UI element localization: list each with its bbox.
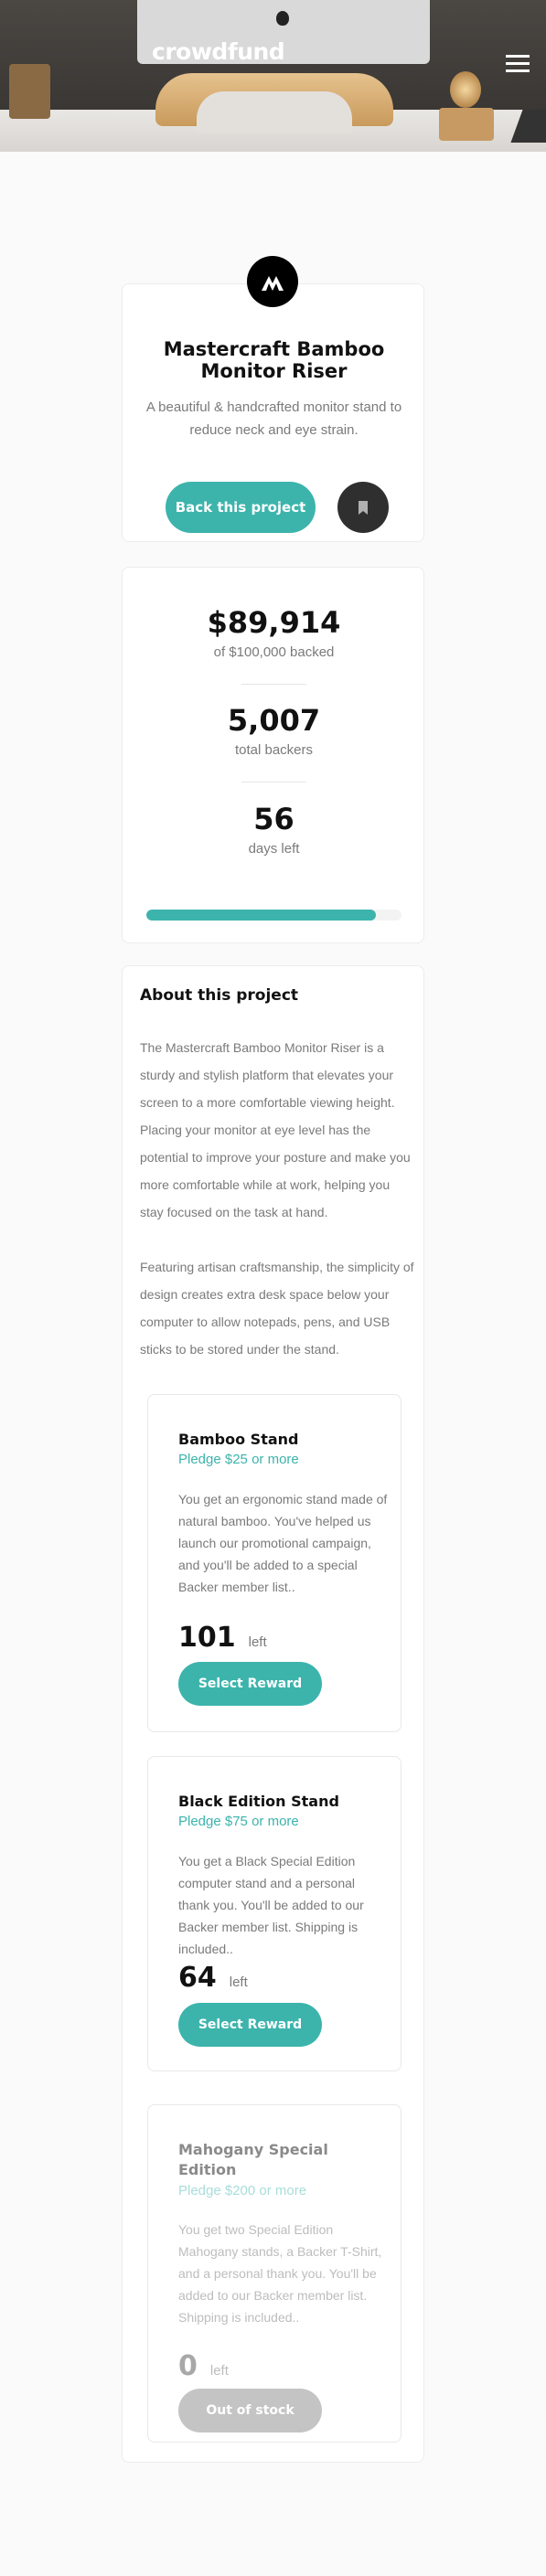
reward-card-mahogany: Mahogany Special Edition Pledge $200 or …: [147, 2104, 401, 2443]
reward-description: You get two Special Edition Mahogany sta…: [178, 2222, 382, 2325]
back-project-button[interactable]: Back this project: [166, 482, 316, 533]
reward-card-bamboo: Bamboo Stand Pledge $25 or more You get …: [147, 1394, 401, 1732]
about-heading: About this project: [140, 986, 299, 1005]
reward-name: Black Edition Stand: [178, 1793, 339, 1810]
stat-backers: 5,007 total backers: [123, 702, 425, 761]
reward-description: You get a Black Special Edition computer…: [178, 1854, 364, 1956]
bookmark-button[interactable]: [337, 482, 389, 533]
reward-card-black-edition: Black Edition Stand Pledge $75 or more Y…: [147, 1756, 401, 2071]
backers-label: total backers: [234, 742, 314, 758]
reward-name: Bamboo Stand: [178, 1431, 299, 1448]
project-subtitle: A beautiful & handcrafted monitor stand …: [145, 399, 402, 438]
reward-stock: 0 left: [178, 2350, 229, 2382]
hero-riser-opening: [197, 91, 352, 133]
days-value: 56: [253, 802, 294, 836]
reward-left-count: 0: [178, 2350, 198, 2382]
reward-left-count: 101: [178, 1622, 236, 1654]
select-reward-button[interactable]: Select Reward: [178, 2003, 322, 2047]
about-paragraph: The Mastercraft Bamboo Monitor Riser is …: [140, 1040, 411, 1219]
reward-pledge: Pledge $25 or more: [178, 1452, 299, 1467]
hero-pen-cup: [9, 64, 50, 119]
site-logo[interactable]: crowdfund: [152, 38, 285, 65]
amount-value: $89,914: [207, 605, 341, 640]
hamburger-icon[interactable]: [506, 55, 530, 73]
reward-description: You get an ergonomic stand made of natur…: [178, 1492, 388, 1594]
about-card: About this project The Mastercraft Bambo…: [122, 965, 424, 2463]
hero-lamp-bulb: [450, 71, 481, 108]
reward-left-label: left: [248, 1634, 267, 1650]
reward-pledge: Pledge $200 or more: [178, 2183, 307, 2198]
hero-lamp-base: [439, 108, 494, 141]
reward-left-count: 64: [178, 1962, 217, 1994]
bookmark-icon: [359, 500, 368, 515]
select-reward-button[interactable]: Select Reward: [178, 1662, 322, 1706]
amount-label: of $100,000 backed: [213, 644, 335, 660]
stats-card: $89,914 of $100,000 backed 5,007 total b…: [122, 567, 424, 943]
stat-days: 56 days left: [123, 801, 425, 859]
mastercraft-logo-icon: [247, 256, 298, 307]
divider: [241, 684, 306, 685]
out-of-stock-button: Out of stock: [178, 2389, 322, 2432]
reward-left-label: left: [209, 2363, 229, 2379]
apple-logo-icon: [276, 11, 289, 26]
hero-image: crowdfund: [0, 0, 546, 152]
reward-name: Mahogany Special Edition: [178, 2141, 328, 2178]
page-title: Mastercraft Bamboo Monitor Riser: [163, 338, 385, 382]
reward-stock: 101 left: [178, 1622, 267, 1654]
reward-stock: 64 left: [178, 1962, 248, 1994]
reward-pledge: Pledge $75 or more: [178, 1814, 299, 1829]
project-intro-card: Mastercraft Bamboo Monitor Riser A beaut…: [122, 283, 424, 542]
days-label: days left: [248, 841, 300, 857]
backers-value: 5,007: [227, 703, 321, 738]
reward-left-label: left: [229, 1975, 248, 1990]
about-paragraph: Featuring artisan craftsmanship, the sim…: [140, 1260, 414, 1357]
stat-amount: $89,914 of $100,000 backed: [123, 604, 425, 663]
progress-bar: [146, 910, 401, 921]
progress-fill: [146, 910, 376, 921]
